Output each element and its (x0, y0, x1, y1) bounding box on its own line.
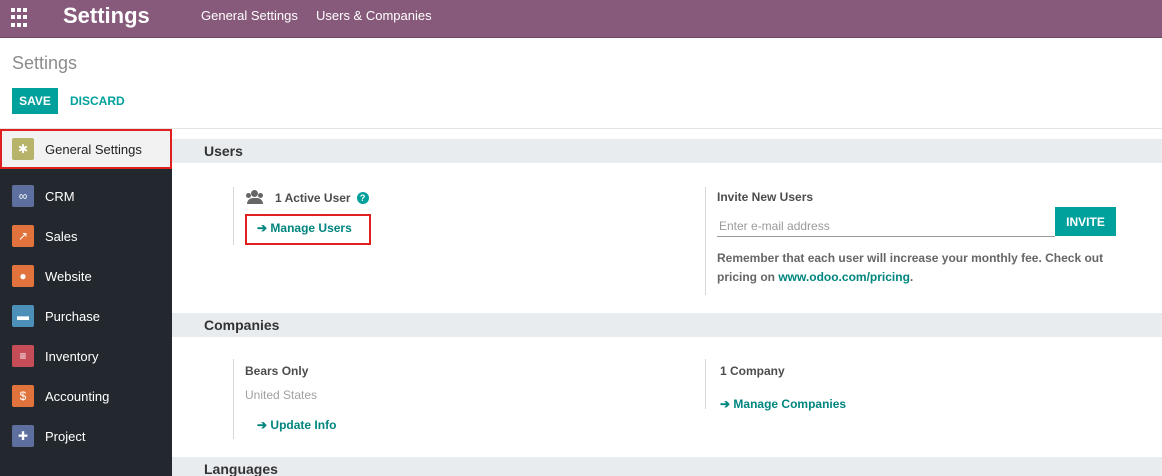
sidebar-item-label: Accounting (45, 388, 110, 404)
save-button[interactable]: SAVE (12, 88, 58, 114)
manage-users-link[interactable]: ➔ Manage Users (257, 221, 352, 235)
boxes-icon: ≡ (12, 345, 34, 367)
sidebar-item-accounting[interactable]: $ Accounting (0, 376, 172, 416)
divider (233, 359, 234, 439)
manage-companies-link[interactable]: ➔ Manage Companies (720, 397, 846, 411)
companies-section-header: Companies (172, 313, 1162, 337)
sidebar-item-sales[interactable]: ↗ Sales (0, 216, 172, 256)
gear-icon: ✱ (12, 138, 34, 160)
apps-grid-icon[interactable] (11, 8, 31, 28)
credit-card-icon: ▬ (12, 305, 34, 327)
divider (705, 187, 706, 295)
sidebar-item-purchase[interactable]: ▬ Purchase (0, 296, 172, 336)
sidebar-item-general-settings[interactable]: ✱ General Settings (0, 129, 172, 169)
menu-users-companies[interactable]: Users & Companies (316, 8, 432, 23)
pricing-note: Remember that each user will increase yo… (717, 251, 1104, 284)
sidebar-item-label: CRM (45, 188, 75, 204)
handshake-icon: ∞ (12, 185, 34, 207)
company-count: 1 Company (720, 364, 785, 378)
divider (705, 359, 706, 409)
page-title: Settings (12, 53, 78, 73)
invite-title: Invite New Users (717, 190, 814, 204)
sidebar-item-label: Project (45, 428, 86, 444)
sidebar-item-crm[interactable]: ∞ CRM (0, 176, 172, 216)
settings-main: Users 1 Active User? ➔ Manage Users Invi… (172, 129, 1162, 476)
pricing-link[interactable]: www.odoo.com/pricing (778, 270, 910, 284)
sidebar-item-inventory[interactable]: ≡ Inventory (0, 336, 172, 376)
arrow-right-icon: ➔ (257, 221, 268, 235)
users-section-header: Users (172, 139, 1162, 163)
settings-sidebar: ✱ General Settings ∞ CRM ↗ Sales ● Websi… (0, 129, 172, 476)
discard-button[interactable]: DISCARD (64, 88, 131, 114)
menu-general-settings[interactable]: General Settings (201, 8, 298, 23)
users-icon (245, 190, 265, 204)
dollar-doc-icon: $ (12, 385, 34, 407)
chart-up-icon: ↗ (12, 225, 34, 247)
company-name: Bears Only (245, 364, 309, 378)
update-info-link[interactable]: ➔ Update Info (257, 418, 336, 432)
active-users-count: 1 Active User? (245, 190, 369, 205)
sidebar-item-website[interactable]: ● Website (0, 256, 172, 296)
sidebar-item-label: Website (45, 268, 92, 284)
help-icon[interactable]: ? (356, 192, 369, 204)
sidebar-item-label: Purchase (45, 308, 100, 324)
invite-button[interactable]: INVITE (1055, 207, 1116, 236)
app-title: Settings (63, 3, 150, 28)
sidebar-item-label: Sales (45, 228, 78, 244)
sidebar-item-label: General Settings (45, 141, 142, 157)
divider (233, 187, 234, 245)
languages-section-header: Languages (172, 457, 1162, 476)
invite-email-input[interactable] (717, 215, 1055, 237)
company-country: United States (245, 388, 318, 402)
arrow-right-icon: ➔ (720, 397, 731, 411)
sidebar-item-label: Inventory (45, 348, 99, 364)
top-navbar: Settings General Settings Users & Compan… (0, 0, 1162, 38)
puzzle-icon: ✚ (12, 425, 34, 447)
arrow-right-icon: ➔ (257, 418, 268, 432)
sidebar-item-project[interactable]: ✚ Project (0, 416, 172, 456)
globe-icon: ● (12, 265, 34, 287)
